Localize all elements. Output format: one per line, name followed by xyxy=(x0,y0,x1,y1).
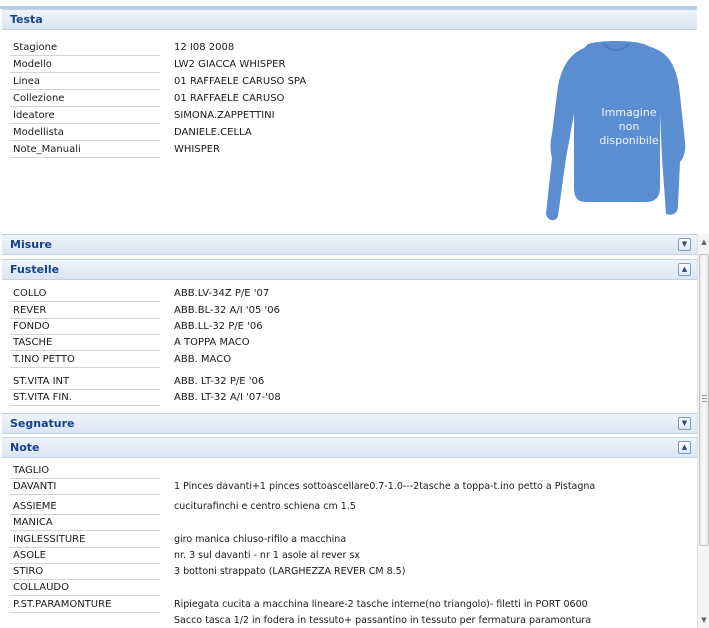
field-label: Stagione xyxy=(10,40,160,56)
section-title: Note xyxy=(10,441,40,454)
field-row: ST.VITA INT ABB. LT-32 P/E '06 xyxy=(10,374,660,391)
image-unavailable-line2: non xyxy=(619,120,640,133)
note-row: TAGLIO xyxy=(10,463,660,480)
note-value: 3 bottoni strappato (LARGHEZZA REVER CM … xyxy=(174,566,406,577)
image-unavailable-line3: disponibile xyxy=(599,134,659,147)
note-label: P.ST.PARAMONTURE xyxy=(10,597,160,613)
field-row: COLLO ABB.LV-34Z P/E '07 xyxy=(10,286,660,303)
field-value: ABB.LL-32 P/E '06 xyxy=(174,321,263,332)
image-unavailable-line1: Immagine xyxy=(601,106,656,119)
scroll-down-arrow-icon[interactable]: ▼ xyxy=(698,614,709,626)
field-label: Modellista xyxy=(10,125,160,141)
note-value: cuciturafinchi e centro schiena cm 1.5 xyxy=(174,501,356,512)
field-label: FONDO xyxy=(10,319,160,335)
section-title: Segnature xyxy=(10,417,75,430)
note-label: STIRO xyxy=(10,564,160,580)
field-label: Ideatore xyxy=(10,108,160,124)
field-label: ST.VITA INT xyxy=(10,374,160,390)
section-title: Testa xyxy=(10,13,43,26)
scrollbar-thumb[interactable] xyxy=(699,254,709,546)
note-label: ASSIEME xyxy=(10,499,160,515)
note-row: DAVANTI 1 Pinces davanti+1 pinces sottoa… xyxy=(10,479,660,496)
note-value: giro manica chiuso-rifilo a macchina xyxy=(174,534,347,545)
field-value: ABB. LT-32 A/I '07-'08 xyxy=(174,392,281,403)
field-value: 12 I08 2008 xyxy=(174,42,235,53)
note-label: DAVANTI xyxy=(10,479,160,495)
section-header-fustelle[interactable]: Fustelle ▲ xyxy=(2,259,697,280)
scroll-up-arrow-icon[interactable]: ▲ xyxy=(698,236,709,248)
jacket-silhouette-icon: Immagine non disponibile xyxy=(546,41,686,221)
field-label: Collezione xyxy=(10,91,160,107)
note-value: Ripiegata cucita a macchina lineare-2 ta… xyxy=(174,599,588,610)
vertical-scrollbar[interactable]: ▲ ▼ xyxy=(697,234,709,628)
field-label: ST.VITA FIN. xyxy=(10,390,160,406)
note-row: ASOLE nr. 3 sul davanti - nr 1 asole al … xyxy=(10,548,660,565)
field-label: TASCHE xyxy=(10,335,160,351)
note-label: TAGLIO xyxy=(10,463,160,479)
field-value: 01 RAFFAELE CARUSO xyxy=(174,93,285,104)
field-value: ABB.BL-32 A/I '05 '06 xyxy=(174,305,280,316)
note-row: P.ST.PARAMONTURE Ripiegata cucita a macc… xyxy=(10,597,660,614)
field-value: ABB.LV-34Z P/E '07 xyxy=(174,288,270,299)
field-row: ST.VITA FIN. ABB. LT-32 A/I '07-'08 xyxy=(10,390,660,407)
expand-icon[interactable]: ▼ xyxy=(678,417,691,430)
note-row: ASSIEME cuciturafinchi e centro schiena … xyxy=(10,499,660,516)
note-label: MANICA xyxy=(10,515,160,531)
note-row: STIRO 3 bottoni strappato (LARGHEZZA REV… xyxy=(10,564,660,581)
field-value: SIMONA.ZAPPETTINI xyxy=(174,110,275,121)
note-value: Sacco tasca 1/2 in fodera in tessuto+ pa… xyxy=(174,615,592,626)
scrollbar-grip-icon xyxy=(702,395,707,402)
field-row: TASCHE A TOPPA MACO xyxy=(10,335,660,352)
field-label: T.INO PETTO xyxy=(10,352,160,368)
section-header-segnature[interactable]: Segnature ▼ xyxy=(2,413,697,434)
field-value: 01 RAFFAELE CARUSO SPA xyxy=(174,76,307,87)
field-value: WHISPER xyxy=(174,144,221,155)
field-row: FONDO ABB.LL-32 P/E '06 xyxy=(10,319,660,336)
field-row: REVER ABB.BL-32 A/I '05 '06 xyxy=(10,303,660,320)
note-row: COLLAUDO xyxy=(10,580,660,597)
field-value: ABB. LT-32 P/E '06 xyxy=(174,376,265,387)
section-title: Misure xyxy=(10,238,52,251)
field-label: COLLO xyxy=(10,286,160,302)
section-header-misure[interactable]: Misure ▼ xyxy=(2,234,697,255)
field-row: T.INO PETTO ABB. MACO xyxy=(10,352,660,369)
field-label: Modello xyxy=(10,57,160,73)
field-label: REVER xyxy=(10,303,160,319)
note-row: INGLESSITURE giro manica chiuso-rifilo a… xyxy=(10,532,660,549)
field-value: LW2 GIACCA WHISPER xyxy=(174,59,286,70)
section-header-testa[interactable]: Testa xyxy=(2,9,697,30)
collapse-icon[interactable]: ▲ xyxy=(678,263,691,276)
note-value: nr. 3 sul davanti - nr 1 asole al rever … xyxy=(174,550,361,561)
field-label: Linea xyxy=(10,74,160,90)
garment-image-placeholder: Immagine non disponibile xyxy=(544,38,688,224)
field-value: ABB. MACO xyxy=(174,354,232,365)
section-header-note[interactable]: Note ▲ xyxy=(2,437,697,458)
note-row-continuation: Sacco tasca 1/2 in fodera in tessuto+ pa… xyxy=(10,613,660,628)
note-label: INGLESSITURE xyxy=(10,532,160,548)
note-label: COLLAUDO xyxy=(10,580,160,596)
field-label: Note_Manuali xyxy=(10,142,160,158)
collapse-icon[interactable]: ▲ xyxy=(678,441,691,454)
note-row: MANICA xyxy=(10,515,660,532)
note-label: ASOLE xyxy=(10,548,160,564)
note-value: 1 Pinces davanti+1 pinces sottoascellare… xyxy=(174,481,596,492)
section-title: Fustelle xyxy=(10,263,60,276)
field-value: DANIELE.CELLA xyxy=(174,127,252,138)
field-value: A TOPPA MACO xyxy=(174,337,250,348)
expand-icon[interactable]: ▼ xyxy=(678,238,691,251)
